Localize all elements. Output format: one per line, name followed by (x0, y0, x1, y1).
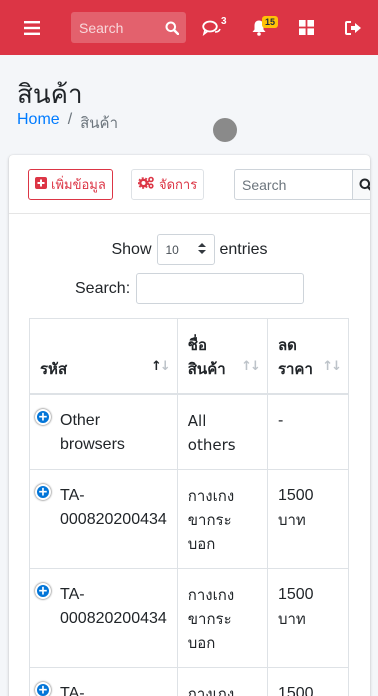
sort-asc-icon: ↑↓ (150, 359, 171, 374)
table-row: + TA- 000820200434 กางเกง ขากระ บอก 1500… (29, 568, 350, 668)
cell-code: + TA- 000820200434 (29, 469, 178, 569)
table-row: + TA- กางเกง 1500 (29, 667, 350, 696)
breadcrumb-current: สินค้า (80, 114, 119, 132)
column-header-name[interactable]: ชื่อ สินค้า ↑↓ (176, 318, 268, 395)
cell-discount: 1500 บาท (266, 469, 350, 569)
top-navbar: 3 15 (0, 0, 378, 55)
products-card: เพิ่มข้อมูล จัดการ Show 10 entries Searc… (9, 155, 370, 696)
entries-label: entries (219, 240, 268, 258)
card-search-input[interactable] (234, 169, 353, 200)
cell-name: กางเกง ขากระ บอก (176, 568, 268, 668)
sort-icon: ↑↓ (322, 359, 342, 374)
sort-icon: ↑↓ (241, 359, 261, 374)
table-row: + Other browsers All others - (29, 393, 350, 470)
plus-circle-icon[interactable]: + (35, 484, 51, 500)
cell-discount: - (266, 393, 350, 470)
th-large-icon[interactable] (286, 0, 326, 55)
bars-icon[interactable] (12, 0, 52, 55)
messages-count: 3 (221, 16, 227, 27)
cogs-icon (137, 176, 155, 193)
sort-arrows-icon (197, 242, 206, 257)
table-search-input[interactable] (136, 273, 305, 304)
manage-button[interactable]: จัดการ (131, 169, 205, 200)
table-filter: Search: (75, 273, 305, 304)
breadcrumb-home-link[interactable]: Home (17, 111, 60, 135)
breadcrumb: Home / สินค้า (17, 111, 118, 135)
navbar-search (71, 12, 186, 43)
page-title: สินค้า (17, 80, 83, 110)
cell-discount: 1500 (266, 667, 350, 696)
search-icon[interactable] (353, 169, 370, 200)
manage-label: จัดการ (159, 178, 198, 193)
cell-code: + Other browsers (29, 393, 178, 470)
card-header: เพิ่มข้อมูล จัดการ (9, 155, 370, 214)
card-search (234, 169, 370, 200)
comments-icon[interactable] (192, 0, 232, 55)
products-table: รหัส ↑↓ ชื่อ สินค้า ↑↓ ลด ราคา ↑↓ + Othe… (29, 318, 350, 696)
show-label: Show (111, 240, 152, 258)
column-header-discount[interactable]: ลด ราคา ↑↓ (266, 318, 350, 395)
notifications-badge: 15 (262, 16, 279, 28)
breadcrumb-separator: / (67, 111, 73, 128)
table-header-row: รหัส ↑↓ ชื่อ สินค้า ↑↓ ลด ราคา ↑↓ (29, 318, 350, 395)
cell-name: กางเกง (176, 667, 268, 696)
table-search-label: Search: (75, 279, 131, 297)
cell-name: กางเกง ขากระ บอก (176, 469, 268, 569)
sign-out-icon[interactable] (333, 0, 373, 55)
cell-discount: 1500 บาท (266, 568, 350, 668)
entries-length-control: Show 10 entries (9, 234, 370, 265)
cell-name: All others (176, 393, 268, 470)
cell-code: + TA- 000820200434 (29, 568, 178, 668)
add-data-button[interactable]: เพิ่มข้อมูล (28, 169, 113, 200)
plus-circle-icon[interactable]: + (35, 682, 51, 696)
plus-circle-icon[interactable]: + (35, 409, 51, 425)
entries-select-value: 10 (165, 242, 179, 257)
table-row: + TA- 000820200434 กางเกง ขากระ บอก 1500… (29, 469, 350, 569)
plus-circle-icon[interactable]: + (35, 583, 51, 599)
entries-select[interactable]: 10 (156, 234, 215, 265)
plus-square-icon (35, 176, 47, 193)
loading-indicator (213, 118, 237, 142)
cell-code: + TA- (29, 667, 178, 696)
navbar-search-input[interactable] (71, 12, 157, 43)
search-icon[interactable] (157, 12, 186, 43)
column-header-code[interactable]: รหัส ↑↓ (29, 318, 178, 395)
add-data-label: เพิ่มข้อมูล (51, 178, 106, 193)
